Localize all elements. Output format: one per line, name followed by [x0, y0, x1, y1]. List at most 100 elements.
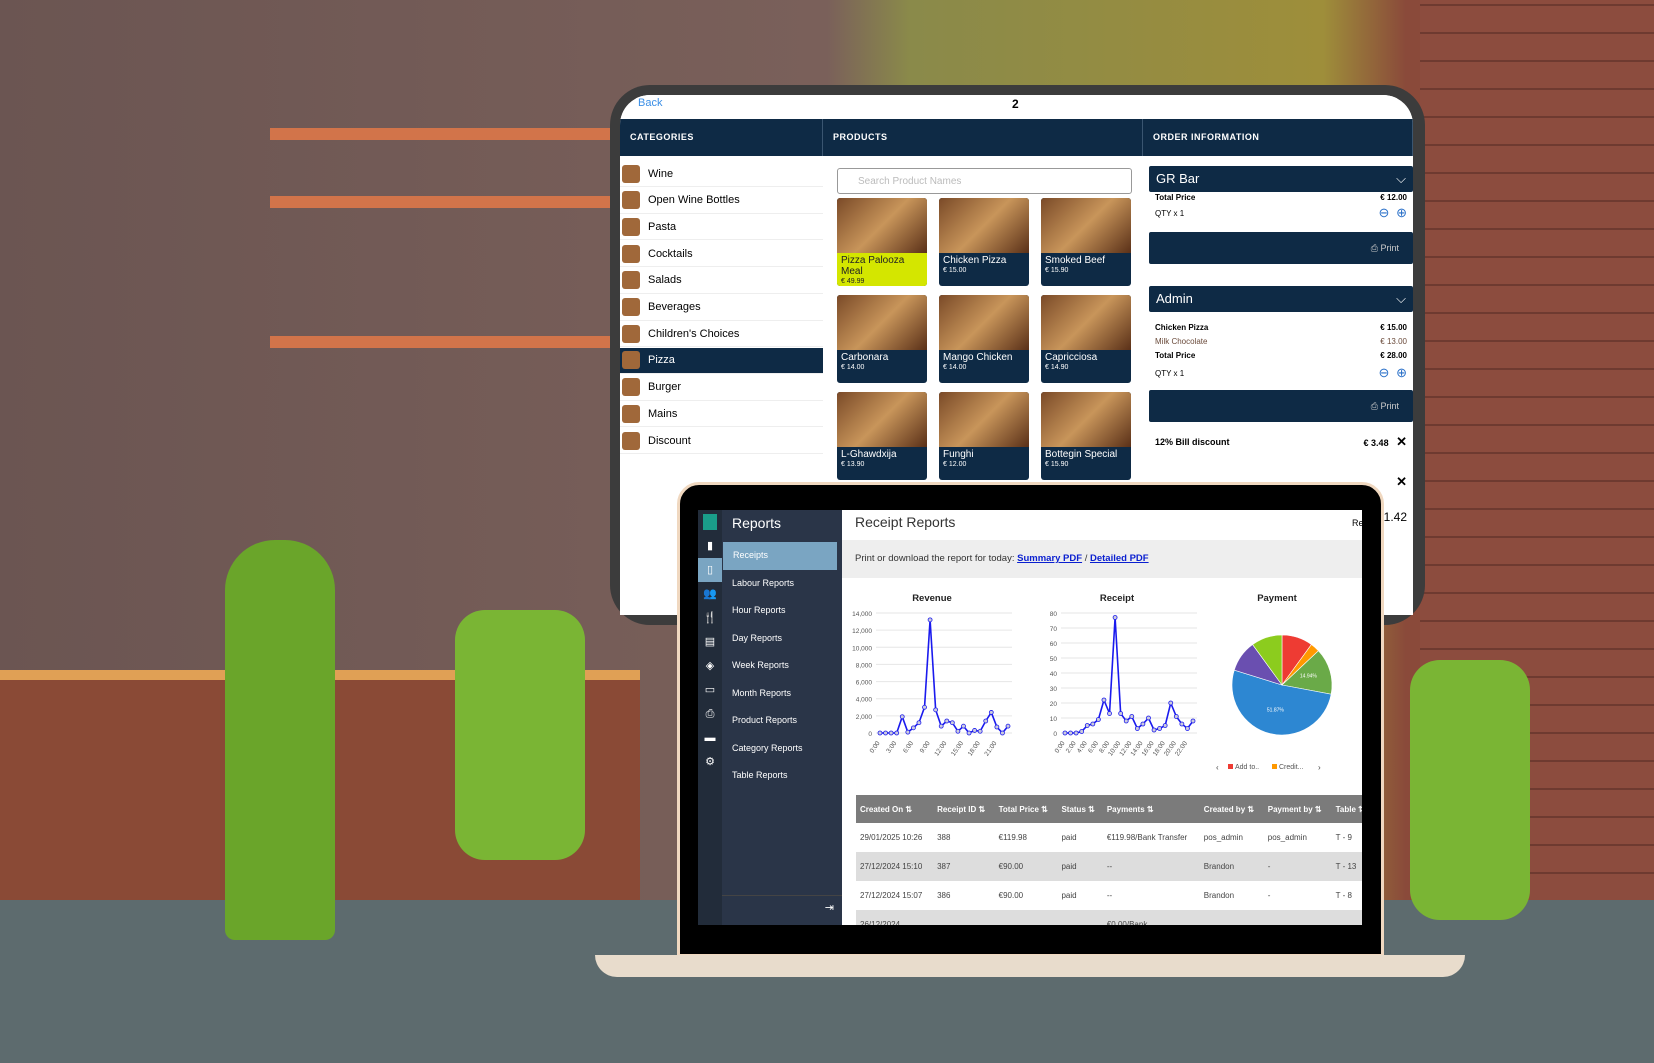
category-item[interactable]: Burger: [620, 375, 823, 401]
column-header[interactable]: Status ⇅: [1057, 795, 1103, 823]
category-item[interactable]: Beverages: [620, 295, 823, 321]
back-button[interactable]: Back: [638, 97, 662, 109]
data-point: [1173, 714, 1179, 719]
chevron-down-icon: ⌵: [1396, 171, 1406, 186]
column-header[interactable]: Total Price ⇅: [994, 795, 1058, 823]
order-group-admin[interactable]: Admin ⌵: [1149, 286, 1413, 312]
menu-item[interactable]: Month Reports: [722, 680, 842, 708]
product-card[interactable]: Carbonara € 14.00: [837, 295, 927, 383]
column-label: Created by: [1203, 804, 1246, 814]
kitchen-icon[interactable]: ▤: [698, 630, 722, 654]
table-cell: 27/12/2024 15:07: [860, 891, 923, 900]
category-label: Open Wine Bottles: [648, 194, 740, 207]
data-point: [944, 718, 950, 724]
x-tick-label: 12:00: [933, 740, 948, 758]
category-thumbnail: [622, 217, 640, 236]
users-icon[interactable]: 👥: [698, 582, 722, 606]
category-item[interactable]: Pizza: [620, 347, 823, 374]
menu-item[interactable]: Day Reports: [722, 625, 842, 653]
item-price: € 15.00: [1380, 322, 1407, 332]
print-button[interactable]: ⎙ Print: [1149, 232, 1413, 264]
product-name: Chicken Pizza: [943, 255, 1007, 266]
table-row[interactable]: 26/12/2024 €0.00/Bank: [856, 910, 1362, 925]
data-point: [1151, 727, 1157, 733]
detailed-pdf-link[interactable]: Detailed PDF: [1090, 553, 1149, 564]
product-price: € 15.90: [1045, 461, 1069, 468]
x-tick-label: 6:00: [902, 740, 915, 755]
utensils-icon[interactable]: 🍴: [698, 606, 722, 630]
card-icon[interactable]: ▬: [698, 726, 722, 750]
minus-circle-icon[interactable]: ⊖: [1379, 365, 1390, 380]
plus-circle-icon[interactable]: ⊕: [1396, 205, 1407, 220]
table-cell: [1057, 910, 1103, 925]
product-card[interactable]: Smoked Beef € 15.90: [1041, 198, 1131, 286]
column-header[interactable]: Receipt ID ⇅: [933, 795, 995, 823]
print-button[interactable]: ⎙ Print: [1149, 390, 1413, 422]
column-header[interactable]: Created by ⇅: [1199, 795, 1264, 823]
menu-item[interactable]: Hour Reports: [722, 597, 842, 625]
table-cell: 29/01/2025 10:26: [860, 833, 923, 842]
page-title: Receipt Reports: [855, 514, 956, 530]
plus-circle-icon[interactable]: ⊕: [1396, 365, 1407, 380]
product-card[interactable]: Pizza Palooza Meal € 49.99: [837, 198, 927, 286]
product-search-input[interactable]: Search Product Names: [837, 168, 1132, 194]
bar-chart-icon[interactable]: ▮: [698, 534, 722, 558]
product-card[interactable]: Bottegin Special € 15.90: [1041, 392, 1131, 480]
column-header[interactable]: Payments ⇅: [1102, 795, 1200, 823]
data-point: [966, 730, 972, 736]
table-row[interactable]: 29/01/2025 10:26 388 €119.98 paid €119.98/Ba…: [856, 823, 1362, 852]
product-card[interactable]: Chicken Pizza € 15.00: [939, 198, 1029, 286]
table-cell: 387: [933, 852, 995, 881]
product-card[interactable]: L-Ghawdxija € 13.90: [837, 392, 927, 480]
remove-icon[interactable]: ✕: [1396, 474, 1407, 490]
product-card[interactable]: Funghi € 12.00: [939, 392, 1029, 480]
total-value: € 12.00: [1380, 192, 1407, 202]
column-header[interactable]: Payment by ⇅: [1263, 795, 1332, 823]
table-row[interactable]: 27/12/2024 15:10 387 €90.00 paid -- Brandon - T…: [856, 852, 1362, 881]
category-item[interactable]: Discount: [620, 428, 823, 454]
menu-item[interactable]: Receipts: [723, 542, 837, 570]
categories-header: CATEGORIES: [620, 119, 823, 156]
product-image: [837, 198, 927, 253]
devices-icon[interactable]: ▭: [698, 678, 722, 702]
discount-row: 12% Bill discount € 3.48 ✕: [1149, 422, 1413, 462]
y-tick-label: 12,000: [852, 628, 872, 635]
menu-item[interactable]: Category Reports: [722, 735, 842, 763]
menu-item[interactable]: Labour Reports: [722, 570, 842, 598]
order-group-gr-bar[interactable]: GR Bar ⌵: [1149, 166, 1413, 192]
data-point: [1079, 729, 1085, 734]
table-row[interactable]: 27/12/2024 15:07 386 €90.00 paid -- Brandon - T…: [856, 881, 1362, 910]
column-header[interactable]: Table ⇅: [1331, 795, 1362, 823]
menu-item[interactable]: Product Reports: [722, 707, 842, 735]
gear-icon[interactable]: ⚙: [698, 750, 722, 774]
product-price: € 14.90: [1045, 364, 1069, 371]
category-item[interactable]: Open Wine Bottles: [620, 188, 823, 214]
category-item[interactable]: Mains: [620, 401, 823, 428]
summary-pdf-link[interactable]: Summary PDF: [1017, 553, 1082, 564]
category-item[interactable]: Salads: [620, 268, 823, 294]
layers-icon[interactable]: ◈: [698, 654, 722, 678]
remove-discount-icon[interactable]: ✕: [1396, 434, 1407, 449]
table-cell: [994, 910, 1058, 925]
product-card[interactable]: Capricciosa € 14.90: [1041, 295, 1131, 383]
category-item[interactable]: Pasta: [620, 214, 823, 241]
x-tick-label: 9:00: [919, 740, 932, 755]
minus-circle-icon[interactable]: ⊖: [1379, 205, 1390, 220]
data-point: [1000, 730, 1005, 736]
chevron-down-icon: ⌵: [1396, 291, 1406, 306]
category-item[interactable]: Wine: [620, 161, 823, 187]
category-item[interactable]: Children's Choices: [620, 321, 823, 348]
product-price: € 14.00: [943, 364, 967, 371]
menu-item[interactable]: Table Reports: [722, 762, 842, 790]
clipboard-icon[interactable]: ▯: [698, 558, 722, 582]
printer-icon[interactable]: ⎙: [698, 702, 722, 726]
data-point: [1168, 700, 1174, 706]
column-header[interactable]: Created On ⇅: [856, 795, 934, 823]
menu-item[interactable]: Week Reports: [722, 652, 842, 680]
category-label: Burger: [648, 381, 682, 394]
data-point: [910, 725, 916, 731]
category-item[interactable]: Cocktails: [620, 241, 823, 268]
product-card[interactable]: Mango Chicken € 14.00: [939, 295, 1029, 383]
column-label: Payments: [1106, 804, 1145, 814]
logout-icon[interactable]: ⇥: [722, 895, 842, 925]
